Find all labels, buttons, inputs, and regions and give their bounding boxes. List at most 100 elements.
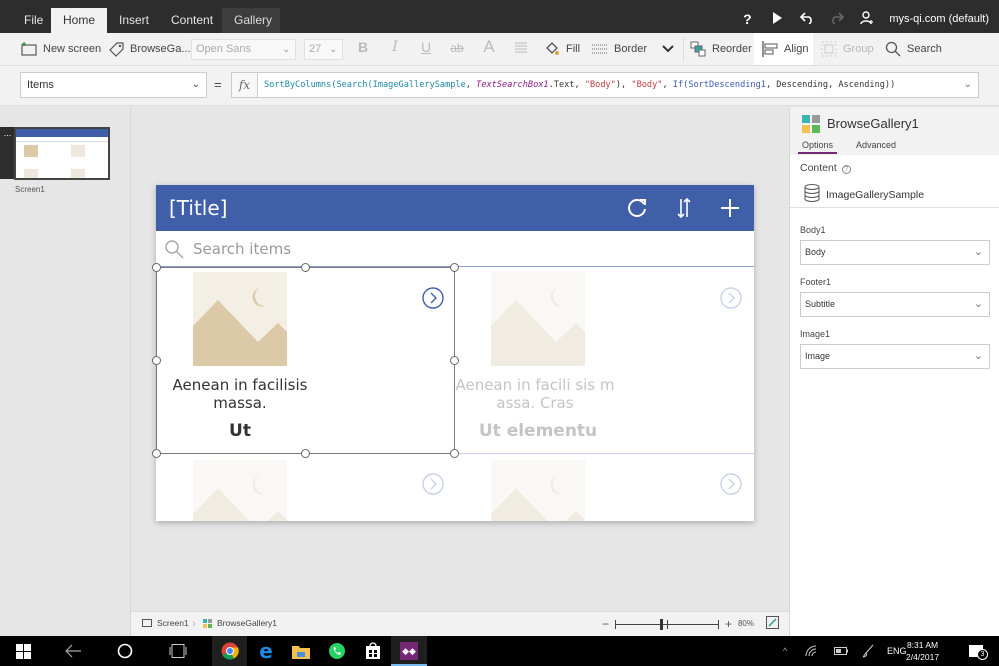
formula-input[interactable]: SortByColumns(Search(ImageGallerySample,…: [257, 72, 979, 98]
share-user-icon[interactable]: [859, 10, 875, 28]
gallery-icon: [802, 115, 820, 133]
zoom-in-button[interactable]: +: [725, 617, 732, 631]
zoom-slider[interactable]: [614, 618, 719, 630]
group-button[interactable]: Group: [821, 33, 874, 65]
resize-handle[interactable]: [450, 449, 459, 458]
content-label: Content: [800, 162, 837, 174]
gallery-item[interactable]: Aenean in facili sis massa. Cras Ut elem…: [454, 267, 752, 453]
property-select[interactable]: Items ⌄: [20, 72, 207, 98]
redo-icon[interactable]: [829, 11, 845, 27]
field-label: Body1: [800, 225, 826, 235]
font-color-button[interactable]: A: [480, 37, 498, 57]
show-hidden-icons[interactable]: ^: [783, 636, 787, 666]
tab-advanced[interactable]: Advanced: [856, 140, 896, 150]
fit-to-window-icon[interactable]: [766, 616, 779, 631]
info-icon[interactable]: ?: [841, 165, 851, 174]
windows-start-icon[interactable]: [0, 636, 46, 666]
align-button[interactable]: Align: [762, 33, 808, 65]
image-placeholder-icon: [491, 272, 585, 366]
refresh-icon[interactable]: [624, 195, 650, 221]
paint-bucket-icon: [544, 41, 560, 57]
resize-handle[interactable]: [152, 449, 161, 458]
resize-handle[interactable]: [152, 356, 161, 365]
add-icon[interactable]: [717, 195, 743, 221]
next-arrow-icon[interactable]: [720, 287, 742, 314]
image-field-select[interactable]: Image ⌄: [800, 344, 990, 369]
chevron-down-icon: ⌄: [973, 298, 983, 310]
footer-field-select[interactable]: Subtitle ⌄: [800, 292, 990, 317]
body-field-select[interactable]: Body ⌄: [800, 240, 990, 265]
resize-handle[interactable]: [152, 263, 161, 272]
field-label: Footer1: [800, 277, 832, 287]
ribbon-expand-button[interactable]: [660, 33, 676, 65]
search-button[interactable]: Search: [885, 33, 942, 65]
help-icon[interactable]: ?: [739, 11, 755, 27]
fx-icon[interactable]: fx: [231, 72, 258, 98]
undo-icon[interactable]: [799, 11, 815, 27]
resize-handle[interactable]: [301, 449, 310, 458]
reorder-button[interactable]: Reorder: [690, 33, 752, 65]
chrome-icon[interactable]: [212, 636, 247, 666]
screen-thumbnail[interactable]: [14, 127, 110, 180]
zoom-slider-thumb[interactable]: [659, 618, 663, 630]
border-button[interactable]: Border: [592, 33, 647, 65]
new-screen-icon: [21, 41, 37, 57]
gallery-icon: [203, 618, 212, 628]
breadcrumb-screen[interactable]: Screen1: [142, 618, 189, 628]
underline-button[interactable]: U: [417, 39, 435, 55]
strikethrough-button[interactable]: ab: [448, 41, 466, 55]
tab-content[interactable]: Content: [159, 8, 225, 33]
search-box[interactable]: Search items: [156, 231, 754, 267]
font-family-select[interactable]: Open Sans ⌄: [191, 39, 296, 60]
back-icon[interactable]: [50, 636, 96, 666]
tab-home[interactable]: Home: [51, 8, 107, 33]
store-icon[interactable]: [350, 636, 396, 666]
breadcrumb-gallery[interactable]: BrowseGallery1: [203, 618, 277, 628]
tab-file[interactable]: File: [12, 8, 55, 33]
notification-count: 3: [977, 649, 988, 660]
sort-icon[interactable]: [671, 195, 697, 221]
text-align-button[interactable]: [512, 41, 530, 57]
font-size-select[interactable]: 27 ⌄: [304, 39, 343, 60]
screen-label[interactable]: Screen1: [15, 185, 45, 194]
windows-taskbar: e ◆◆ ^ ENG 8:31 AM 2/4/2017 3: [0, 636, 999, 666]
cortana-icon[interactable]: [102, 636, 148, 666]
next-arrow-icon[interactable]: [422, 287, 444, 314]
ribbon-toolbar: New screen BrowseGa... Open Sans ⌄ 27 ⌄ …: [0, 33, 999, 66]
clock[interactable]: 8:31 AM 2/4/2017: [906, 639, 939, 663]
chevron-down-icon[interactable]: ⌄: [964, 73, 972, 97]
play-icon[interactable]: [769, 11, 785, 27]
italic-button[interactable]: I: [386, 39, 404, 55]
resize-handle[interactable]: [450, 263, 459, 272]
pen-icon[interactable]: [862, 636, 874, 666]
new-screen-button[interactable]: New screen: [21, 33, 101, 65]
gallery-item[interactable]: [454, 455, 752, 521]
tab-insert[interactable]: Insert: [107, 8, 161, 33]
control-name-button[interactable]: BrowseGa...: [108, 33, 191, 65]
task-view-icon[interactable]: [155, 636, 201, 666]
wifi-icon[interactable]: [805, 636, 817, 666]
account-label[interactable]: mys-qi.com (default): [889, 13, 989, 25]
resize-handle[interactable]: [301, 263, 310, 272]
gallery-item[interactable]: [156, 455, 454, 521]
zoom-out-button[interactable]: −: [602, 617, 609, 631]
bold-button[interactable]: B: [354, 39, 372, 55]
tab-gallery[interactable]: Gallery: [222, 8, 280, 33]
zoom-control: − + 80%: [602, 616, 779, 631]
battery-icon[interactable]: [834, 636, 848, 666]
gallery-item[interactable]: Aenean in facilisis massa. Ut: [156, 267, 454, 453]
formula-text: SortByColumns(Search(ImageGallerySample,…: [264, 80, 895, 90]
tab-options[interactable]: Options: [797, 140, 838, 154]
resize-handle[interactable]: [450, 356, 459, 365]
next-arrow-icon[interactable]: [720, 473, 742, 500]
app-title[interactable]: [Title]: [169, 196, 227, 220]
language-indicator[interactable]: ENG: [887, 636, 907, 666]
more-options-icon[interactable]: ...: [0, 127, 15, 179]
notification-center-icon[interactable]: 3: [969, 636, 988, 666]
next-arrow-icon[interactable]: [422, 473, 444, 500]
data-source-button[interactable]: ImageGallerySample: [804, 184, 924, 205]
breadcrumb-separator: ›: [192, 616, 196, 630]
powerapps-icon[interactable]: ◆◆: [391, 636, 427, 666]
fill-button[interactable]: Fill: [544, 33, 580, 65]
item-body: Aenean in facili sis massa. Cras: [455, 376, 615, 412]
